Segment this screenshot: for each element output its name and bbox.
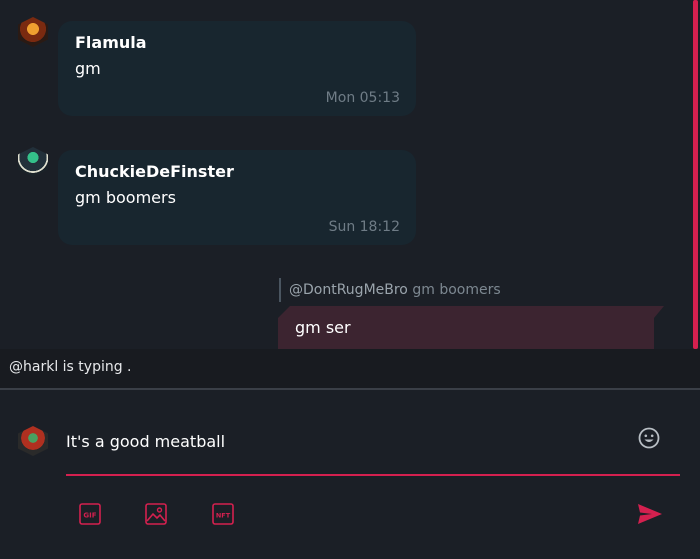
emoji-icon[interactable] (638, 427, 660, 449)
message-input[interactable]: It's a good meatball (66, 430, 676, 454)
message-text: gm (75, 59, 101, 78)
nft-label: NFT (216, 512, 231, 520)
message-text: gm ser (295, 318, 351, 337)
nft-icon[interactable]: NFT (212, 503, 234, 525)
scrollbar[interactable] (693, 0, 698, 349)
chat-history[interactable]: Flamula gm Mon 05:13 ChuckieDeFinster gm… (0, 0, 700, 349)
message-timestamp: Mon 05:13 (325, 90, 400, 106)
reply-quote[interactable]: @DontRugMeBro gm boomers (279, 278, 501, 302)
message-text: gm boomers (75, 188, 176, 207)
reply-quoted-text: gm boomers (412, 282, 501, 298)
reply-mention[interactable]: @DontRugMeBro (289, 282, 408, 298)
image-icon[interactable] (145, 503, 167, 525)
send-icon[interactable] (637, 503, 663, 525)
avatar-chuckiedefinster[interactable] (18, 147, 48, 177)
message-username[interactable]: ChuckieDeFinster (75, 162, 234, 181)
own-message-bubble: gm ser (278, 306, 664, 349)
avatar-flamula[interactable] (18, 17, 48, 47)
typing-indicator: @harkl is typing . (9, 359, 132, 375)
typing-indicator-bar: @harkl is typing . (0, 349, 700, 390)
input-underline (66, 474, 680, 476)
message-username[interactable]: Flamula (75, 33, 147, 52)
message-bubble: ChuckieDeFinster gm boomers Sun 18:12 (58, 150, 416, 245)
message-bubble: Flamula gm Mon 05:13 (58, 21, 416, 116)
gif-label: GIF (83, 512, 96, 520)
message-timestamp: Sun 18:12 (328, 219, 400, 235)
gif-icon[interactable]: GIF (79, 503, 101, 525)
